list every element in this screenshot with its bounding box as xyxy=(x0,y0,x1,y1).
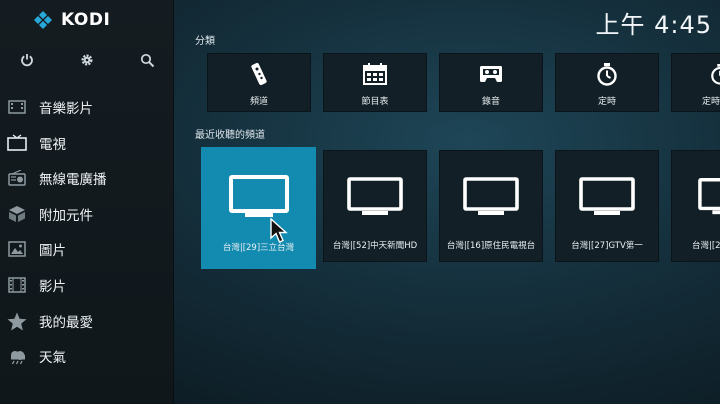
channel-label: 台灣|[27]GTV第一 xyxy=(571,241,643,251)
category-label: 錄音 xyxy=(481,97,500,107)
channel-tile-focused[interactable]: 台灣|[29]三立台灣 xyxy=(201,147,316,269)
mouse-cursor-icon xyxy=(270,217,288,248)
app-name: KODI xyxy=(61,10,111,30)
category-guide[interactable]: 節目表 xyxy=(323,53,427,112)
addon-box-icon xyxy=(7,204,27,224)
category-timers-2[interactable]: 定時 xyxy=(671,53,720,112)
category-label: 頻道 xyxy=(249,97,268,107)
tv-icon xyxy=(324,177,426,215)
sidebar-item-radio[interactable]: 無線電廣播 xyxy=(0,161,174,195)
picture-icon xyxy=(7,239,27,259)
sidebar-item-label: 附加元件 xyxy=(39,208,93,224)
sidebar-item-label: 圖片 xyxy=(39,243,66,259)
category-label: 節目表 xyxy=(361,97,389,107)
sidebar-item-weather[interactable]: 天氣 xyxy=(0,339,174,373)
tv-icon xyxy=(7,133,27,153)
cassette-icon xyxy=(440,62,542,86)
tv-icon xyxy=(672,177,720,215)
sidebar-item-videos[interactable]: 影片 xyxy=(0,268,174,302)
channel-tile[interactable]: 台灣|[52]中天新聞HD xyxy=(323,150,427,262)
recent-channels-title: 最近收聽的頻道 xyxy=(195,130,265,141)
sidebar-item-pictures[interactable]: 圖片 xyxy=(0,232,174,266)
category-timers[interactable]: 定時 xyxy=(555,53,659,112)
sidebar: KODI 音樂影片 電視 無線電廣播 附加元件 圖片 影片 我的最愛 天氣 xyxy=(0,0,174,404)
sidebar-item-favourites[interactable]: 我的最愛 xyxy=(0,304,174,338)
sidebar-item-label: 影片 xyxy=(39,279,66,295)
sidebar-item-addons[interactable]: 附加元件 xyxy=(0,197,174,231)
clock: 上午 4:45 xyxy=(595,11,712,39)
channel-label: 台灣|[29 xyxy=(692,241,720,251)
sidebar-item-label: 天氣 xyxy=(39,350,66,366)
channel-label: 台灣|[52]中天新聞HD xyxy=(332,241,418,251)
remote-icon xyxy=(208,62,310,86)
settings-icon[interactable] xyxy=(78,50,96,70)
kodi-logo-icon xyxy=(34,11,52,29)
tv-icon xyxy=(201,175,316,217)
guide-calendar-icon xyxy=(324,62,426,86)
star-icon xyxy=(7,311,27,331)
category-label: 定時 xyxy=(702,97,720,107)
channel-label: 台灣|[16]原住民電視台 xyxy=(446,241,536,251)
categories-title: 分類 xyxy=(195,36,215,47)
tv-icon xyxy=(440,177,542,215)
sidebar-item-label: 我的最愛 xyxy=(39,315,93,331)
sidebar-item-label: 音樂影片 xyxy=(39,101,93,117)
film-icon xyxy=(7,275,27,295)
category-recordings[interactable]: 錄音 xyxy=(439,53,543,112)
timer-icon xyxy=(672,62,720,86)
power-icon[interactable] xyxy=(18,50,36,70)
channel-tile[interactable]: 台灣|[29 xyxy=(671,150,720,262)
toolbar xyxy=(0,50,174,72)
channel-label: 台灣|[29]三立台灣 xyxy=(222,243,295,253)
kodi-logo[interactable]: KODI xyxy=(33,10,110,30)
channel-tile[interactable]: 台灣|[16]原住民電視台 xyxy=(439,150,543,262)
search-icon[interactable] xyxy=(138,50,156,70)
category-channels[interactable]: 頻道 xyxy=(207,53,311,112)
sidebar-item-music-videos[interactable]: 音樂影片 xyxy=(0,90,174,124)
channel-tile[interactable]: 台灣|[27]GTV第一 xyxy=(555,150,659,262)
sidebar-item-tv[interactable]: 電視 xyxy=(0,126,174,160)
category-label: 定時 xyxy=(597,97,616,107)
sidebar-item-label: 電視 xyxy=(39,137,66,153)
music-video-icon xyxy=(7,97,27,117)
sidebar-item-label: 無線電廣播 xyxy=(39,172,107,188)
timer-icon xyxy=(556,62,658,86)
radio-icon xyxy=(7,168,27,188)
weather-icon xyxy=(7,346,27,366)
tv-icon xyxy=(556,177,658,215)
